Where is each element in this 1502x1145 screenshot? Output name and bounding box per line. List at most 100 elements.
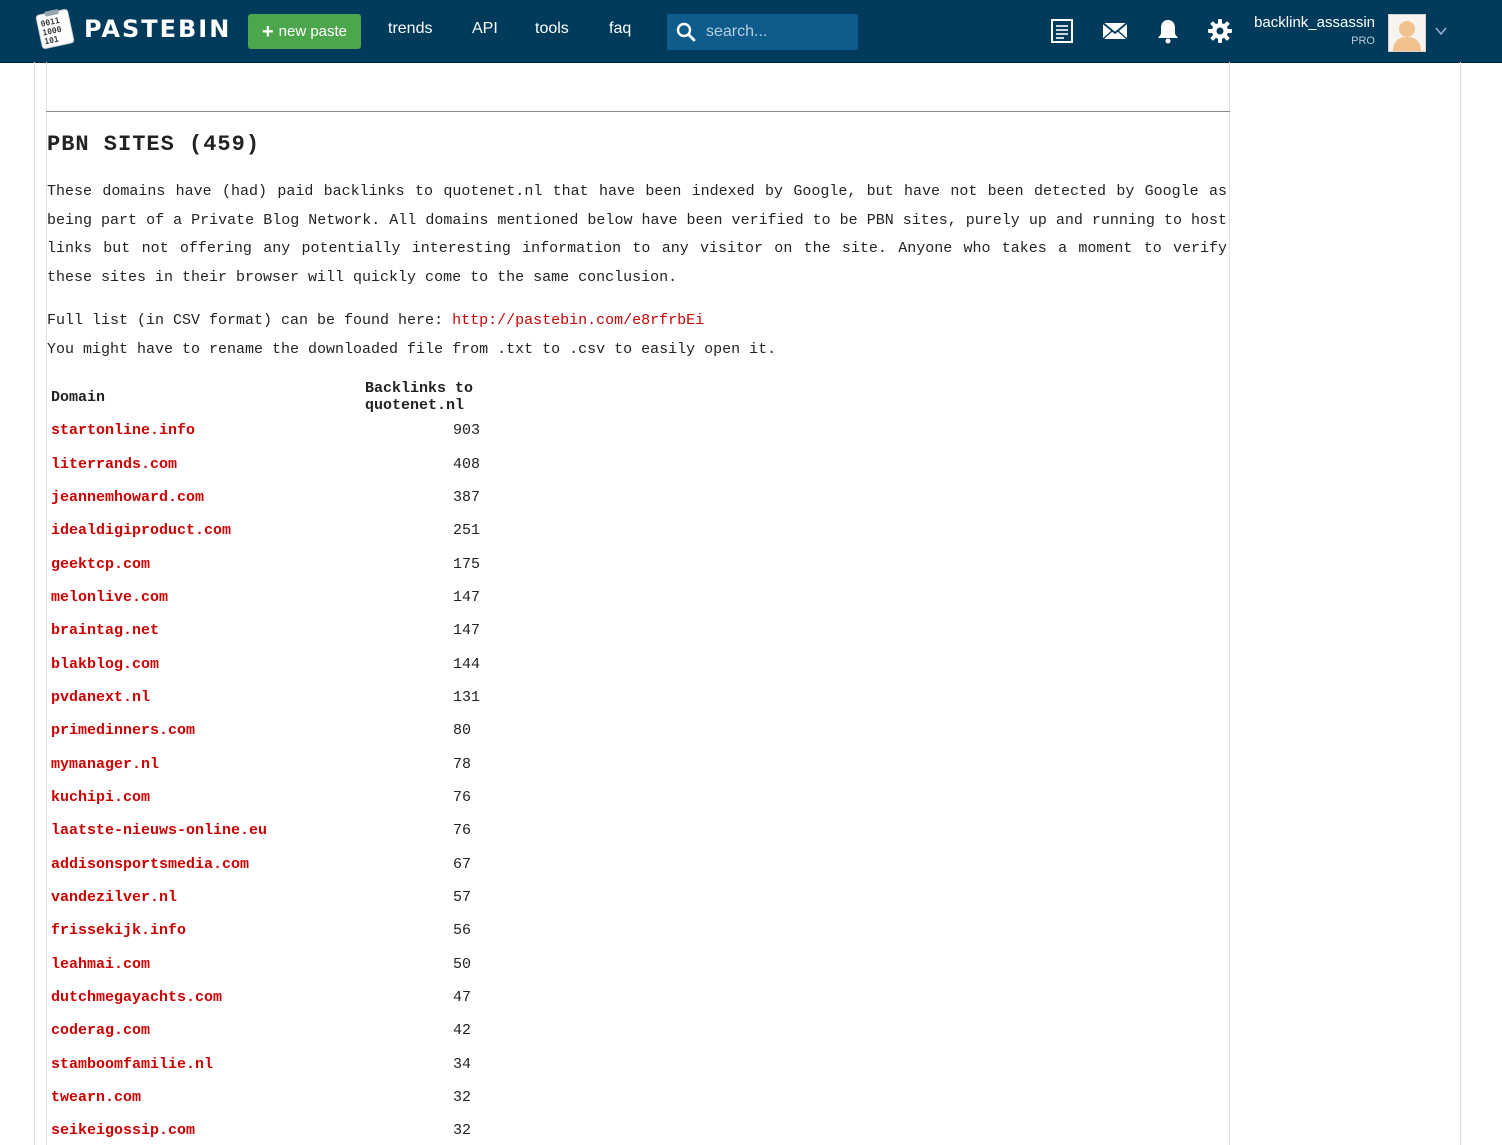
- domain-link[interactable]: jeannemhoward.com: [51, 489, 204, 506]
- table-row: coderag.com 42: [47, 1014, 579, 1047]
- table-row: seikeigossip.com 32: [47, 1114, 579, 1145]
- backlink-count: 147: [453, 588, 481, 606]
- domain-cell: pvdanext.nl: [47, 681, 361, 714]
- backlink-count: 175: [453, 555, 481, 573]
- rename-note: You might have to rename the downloaded …: [47, 341, 777, 358]
- domain-link[interactable]: addisonsportsmedia.com: [51, 856, 249, 873]
- backlink-count: 47: [453, 989, 472, 1007]
- backlink-count: 76: [453, 788, 472, 806]
- content-divider: [46, 111, 1230, 112]
- backlink-count: 78: [453, 755, 472, 773]
- top-navigation-bar: 0011 1000 101 PASTEBIN + new paste trend…: [0, 0, 1502, 63]
- table-row: melonlive.com 147: [47, 581, 579, 614]
- backlink-count: 144: [453, 655, 481, 673]
- domain-cell: twearn.com: [47, 1081, 361, 1114]
- nav-link-api[interactable]: API: [472, 20, 498, 38]
- csv-link-prefix: Full list (in CSV format) can be found h…: [47, 312, 453, 329]
- search-icon: [676, 22, 696, 42]
- table-row: laatste-nieuws-online.eu 76: [47, 814, 579, 847]
- table-row: vandezilver.nl 57: [47, 881, 579, 914]
- domain-link[interactable]: blakblog.com: [51, 656, 159, 673]
- search-input[interactable]: [704, 22, 848, 42]
- domain-cell: startonline.info: [47, 414, 361, 447]
- plus-icon: +: [261, 20, 274, 43]
- backlink-count: 67: [453, 855, 472, 873]
- notifications-icon[interactable]: [1155, 18, 1181, 44]
- backlink-count: 57: [453, 888, 472, 906]
- table-row: idealdigiproduct.com 251: [47, 514, 579, 547]
- nav-link-tools[interactable]: tools: [535, 20, 569, 38]
- domain-link[interactable]: leahmai.com: [51, 956, 150, 973]
- gear-icon[interactable]: [1207, 18, 1233, 44]
- domain-cell: idealdigiproduct.com: [47, 514, 361, 547]
- domain-cell: blakblog.com: [47, 647, 361, 680]
- domain-link[interactable]: stamboomfamilie.nl: [51, 1056, 213, 1073]
- domain-link[interactable]: startonline.info: [51, 422, 195, 439]
- backlink-count: 32: [453, 1122, 472, 1140]
- domain-link[interactable]: geektcp.com: [51, 556, 150, 573]
- page-frame-left-border: [34, 62, 35, 1145]
- csv-list-link[interactable]: http://pastebin.com/e8rfrbEi: [452, 312, 704, 329]
- domain-cell: addisonsportsmedia.com: [47, 847, 361, 880]
- domain-cell: leahmai.com: [47, 948, 361, 981]
- domain-link[interactable]: dutchmegayachts.com: [51, 989, 222, 1006]
- domain-cell: vandezilver.nl: [47, 881, 361, 914]
- backlink-count: 251: [453, 522, 481, 540]
- column-header-backlinks: Backlinks to quotenet.nl: [365, 380, 474, 414]
- intro-paragraph: These domains have (had) paid backlinks …: [47, 183, 1227, 286]
- logo-text: PASTEBIN: [84, 15, 232, 43]
- domain-link[interactable]: melonlive.com: [51, 589, 168, 606]
- binary-clipboard-icon: 0011 1000 101: [35, 9, 75, 49]
- domain-link[interactable]: literrands.com: [51, 456, 177, 473]
- table-row: dutchmegayachts.com 47: [47, 981, 579, 1014]
- table-row: jeannemhoward.com 387: [47, 481, 579, 514]
- domain-link[interactable]: seikeigossip.com: [51, 1122, 195, 1139]
- my-pastes-icon[interactable]: [1049, 18, 1075, 44]
- domain-link[interactable]: kuchipi.com: [51, 789, 150, 806]
- domain-cell: seikeigossip.com: [47, 1114, 361, 1145]
- chevron-down-icon[interactable]: [1434, 24, 1448, 38]
- table-row: blakblog.com 144: [47, 647, 579, 680]
- domain-cell: mymanager.nl: [47, 747, 361, 780]
- table-row: kuchipi.com 76: [47, 781, 579, 814]
- backlink-count: 147: [453, 622, 481, 640]
- nav-link-faq[interactable]: faq: [609, 20, 631, 38]
- domain-link[interactable]: twearn.com: [51, 1089, 141, 1106]
- user-avatar-icon: [1389, 15, 1425, 51]
- domain-link[interactable]: coderag.com: [51, 1022, 150, 1039]
- domain-link[interactable]: pvdanext.nl: [51, 689, 150, 706]
- new-paste-button[interactable]: + new paste: [248, 14, 361, 49]
- backlink-count: 42: [453, 1022, 472, 1040]
- backlink-count: 408: [453, 455, 481, 473]
- domain-link[interactable]: primedinners.com: [51, 722, 195, 739]
- backlink-count: 76: [453, 822, 472, 840]
- nav-link-trends[interactable]: trends: [388, 20, 432, 38]
- avatar[interactable]: [1388, 14, 1426, 52]
- domain-link[interactable]: braintag.net: [51, 622, 159, 639]
- domain-cell: dutchmegayachts.com: [47, 981, 361, 1014]
- table-row: twearn.com 32: [47, 1081, 579, 1114]
- table-row: mymanager.nl 78: [47, 747, 579, 780]
- messages-icon[interactable]: [1102, 18, 1128, 44]
- backlink-count: 131: [453, 688, 481, 706]
- backlink-count: 903: [453, 422, 481, 440]
- backlink-count: 50: [453, 955, 472, 973]
- backlink-count: 80: [453, 722, 472, 740]
- domain-link[interactable]: idealdigiproduct.com: [51, 522, 231, 539]
- domain-link[interactable]: mymanager.nl: [51, 756, 159, 773]
- backlink-count: 56: [453, 922, 472, 940]
- domain-link[interactable]: vandezilver.nl: [51, 889, 177, 906]
- username[interactable]: backlink_assassin: [1254, 14, 1375, 31]
- domain-link[interactable]: frissekijk.info: [51, 922, 186, 939]
- pbn-domain-table: Domain Backlinks to quotenet.nl startonl…: [47, 380, 579, 1145]
- table-row: stamboomfamilie.nl 34: [47, 1048, 579, 1081]
- csv-link-line: Full list (in CSV format) can be found h…: [47, 310, 704, 332]
- table-row: startonline.info 903: [47, 414, 579, 447]
- domain-cell: frissekijk.info: [47, 914, 361, 947]
- pastebin-logo[interactable]: 0011 1000 101 PASTEBIN: [34, 8, 231, 50]
- page-frame-right-border: [1460, 62, 1461, 1145]
- column-header-domain: Domain: [51, 388, 106, 406]
- domain-link[interactable]: laatste-nieuws-online.eu: [51, 822, 267, 839]
- paste-title: PBN SITES (459): [47, 132, 261, 157]
- pro-badge: PRO: [1351, 35, 1375, 47]
